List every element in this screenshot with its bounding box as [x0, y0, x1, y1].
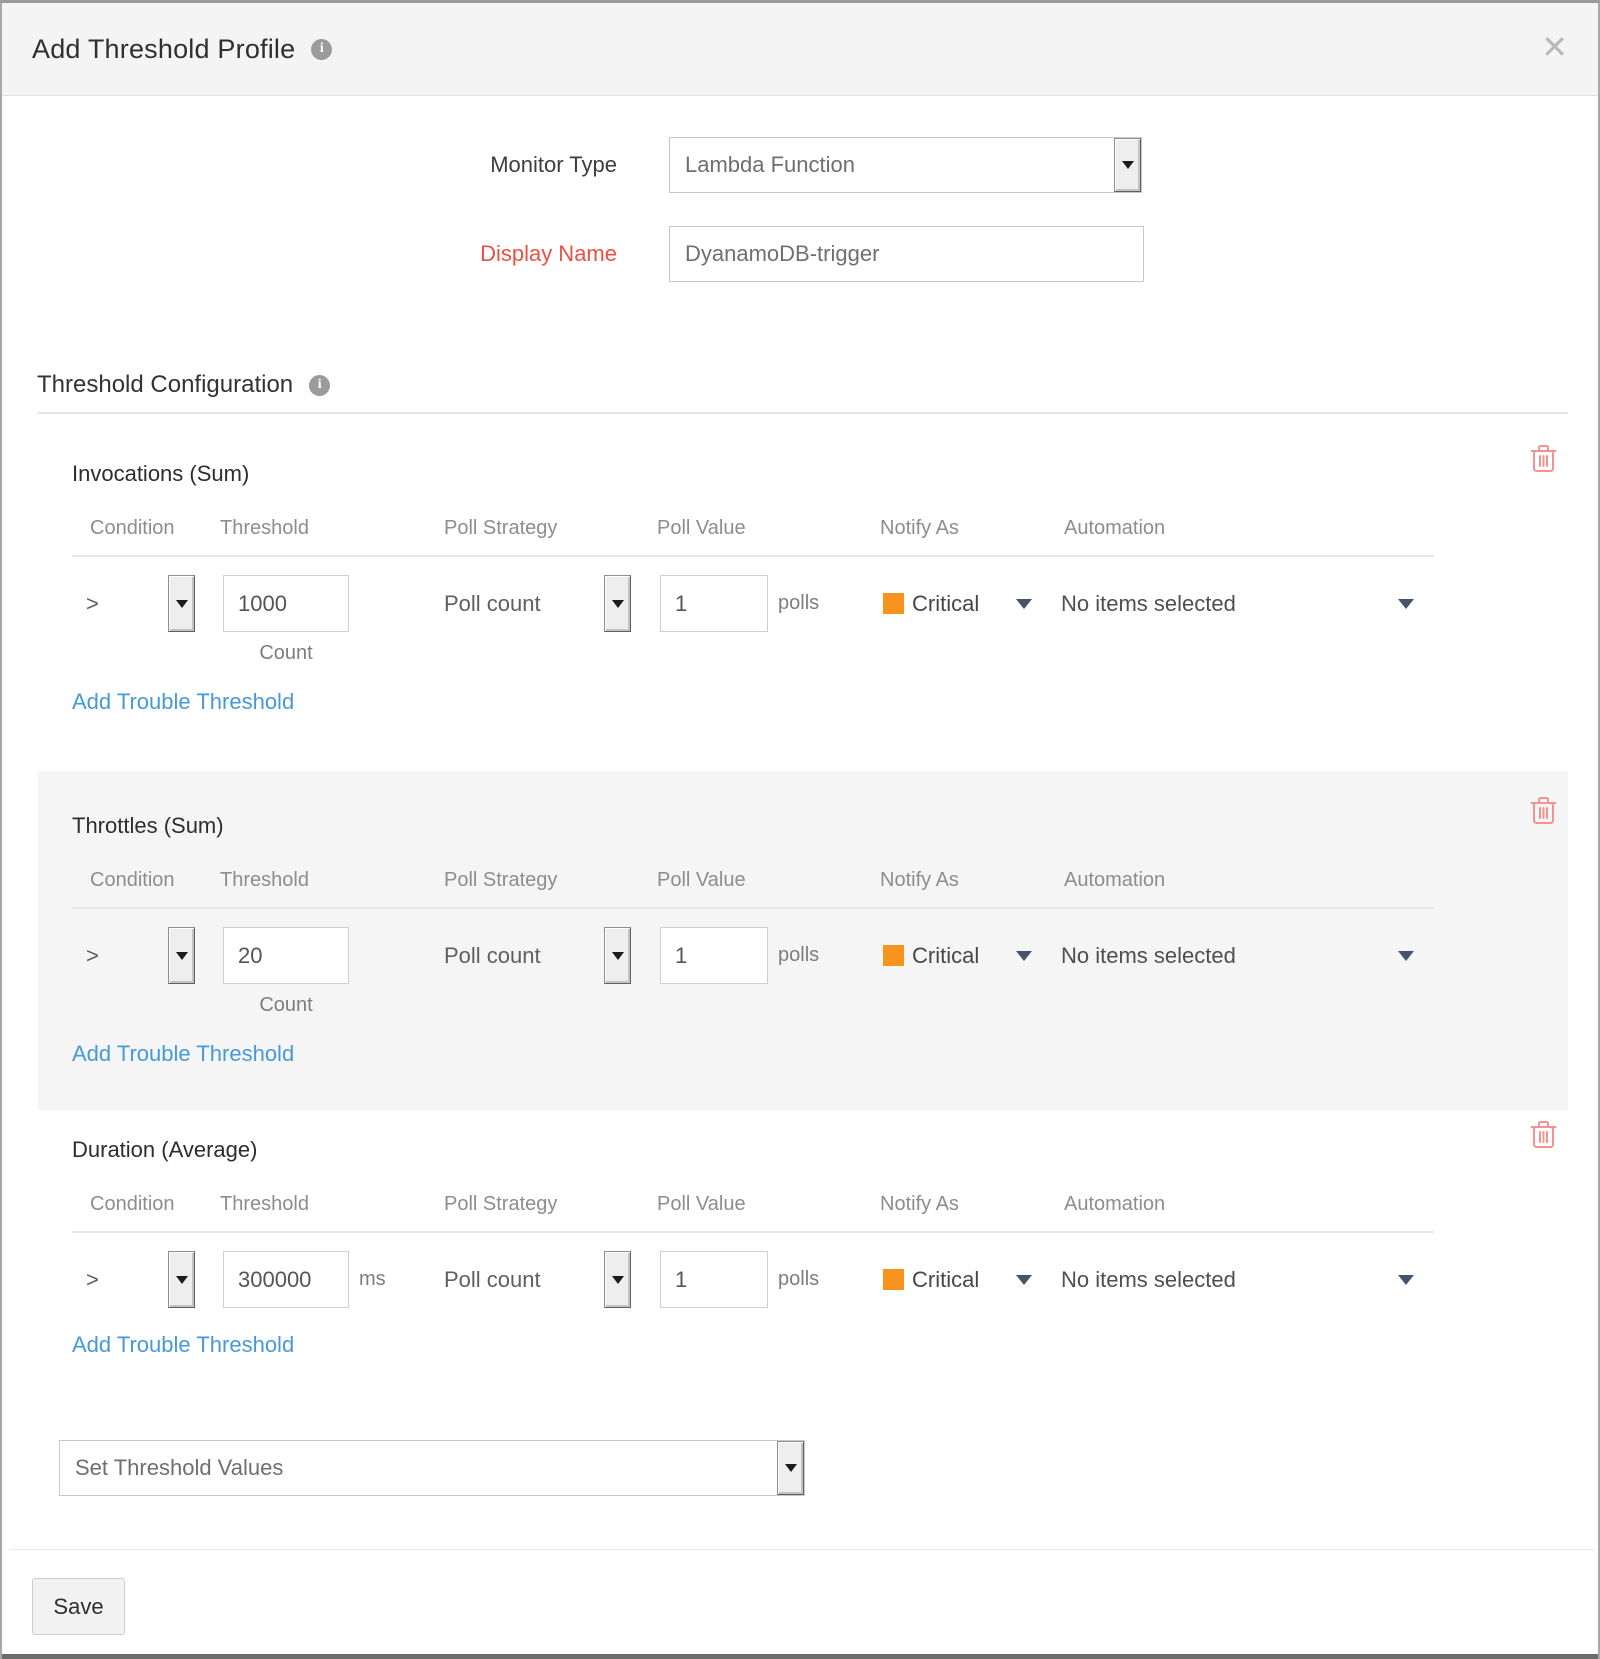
divider [37, 412, 1568, 414]
poll-strategy-value: Poll count [444, 1251, 541, 1308]
threshold-row: > ms Poll count polls Critical No items … [72, 1251, 1434, 1308]
column-header-poll-value: Poll Value [657, 869, 746, 892]
column-header-notify-as: Notify As [880, 1193, 959, 1216]
chevron-down-icon[interactable] [1016, 599, 1032, 609]
column-header-condition: Condition [90, 517, 175, 540]
set-threshold-values-value: Set Threshold Values [60, 1455, 777, 1481]
add-threshold-profile-dialog: Add Threshold Profile i ✕ Monitor Type L… [0, 0, 1600, 1659]
divider [72, 907, 1434, 909]
column-header-poll-value: Poll Value [657, 1193, 746, 1216]
column-header-row: Condition Threshold Poll Strategy Poll V… [72, 1193, 1434, 1219]
condition-value: > [86, 1251, 99, 1308]
column-header-automation: Automation [1064, 1193, 1165, 1216]
threshold-unit-label: Count [223, 994, 349, 1017]
notify-as-value: Critical [912, 575, 979, 632]
monitor-type-select[interactable]: Lambda Function [669, 137, 1142, 193]
window-bottom-edge [2, 1654, 1598, 1659]
display-name-input[interactable]: DyanamoDB-trigger [669, 226, 1144, 282]
column-header-condition: Condition [90, 1193, 175, 1216]
threshold-input[interactable] [223, 927, 349, 984]
column-header-automation: Automation [1064, 517, 1165, 540]
footer-divider [10, 1549, 1594, 1550]
column-header-automation: Automation [1064, 869, 1165, 892]
poll-strategy-select[interactable] [604, 575, 631, 632]
threshold-input[interactable] [223, 575, 349, 632]
critical-color-swatch [883, 945, 904, 966]
automation-value[interactable]: No items selected [1061, 575, 1236, 632]
column-header-poll-strategy: Poll Strategy [444, 517, 557, 540]
delete-metric-icon[interactable] [1530, 443, 1557, 474]
condition-select[interactable] [168, 927, 195, 984]
monitor-type-label: Monitor Type [37, 152, 617, 178]
column-header-threshold: Threshold [220, 869, 309, 892]
info-icon[interactable]: i [311, 39, 332, 60]
metric-name: Duration (Average) [72, 1137, 1434, 1163]
metric-name: Invocations (Sum) [72, 461, 1434, 487]
add-trouble-threshold-link[interactable]: Add Trouble Threshold [72, 1041, 294, 1067]
column-header-poll-strategy: Poll Strategy [444, 1193, 557, 1216]
add-trouble-threshold-link[interactable]: Add Trouble Threshold [72, 689, 294, 715]
chevron-down-icon[interactable] [1398, 1275, 1414, 1285]
poll-unit-label: polls [778, 575, 819, 632]
divider [72, 555, 1434, 557]
critical-color-swatch [883, 593, 904, 614]
poll-strategy-value: Poll count [444, 575, 541, 632]
metric-panel: Throttles (Sum) Condition Threshold Poll… [38, 771, 1568, 1110]
chevron-down-icon[interactable] [1016, 951, 1032, 961]
condition-value: > [86, 927, 99, 984]
threshold-unit-inline: ms [359, 1251, 386, 1308]
add-trouble-threshold-link[interactable]: Add Trouble Threshold [72, 1332, 294, 1358]
chevron-down-icon[interactable] [1016, 1275, 1032, 1285]
column-header-row: Condition Threshold Poll Strategy Poll V… [72, 517, 1434, 543]
delete-metric-icon[interactable] [1530, 1119, 1557, 1150]
chevron-down-icon[interactable] [777, 1441, 804, 1495]
threshold-row: > Poll count polls Critical No items sel… [72, 575, 1434, 632]
automation-value[interactable]: No items selected [1061, 927, 1236, 984]
monitor-type-value: Lambda Function [670, 152, 1114, 178]
chevron-down-icon[interactable] [1114, 138, 1141, 192]
poll-strategy-select[interactable] [604, 927, 631, 984]
condition-value: > [86, 575, 99, 632]
condition-select[interactable] [168, 1251, 195, 1308]
column-header-threshold: Threshold [220, 517, 309, 540]
divider [72, 1231, 1434, 1233]
dialog-header: Add Threshold Profile i ✕ [2, 3, 1598, 96]
threshold-configuration-title: Threshold Configuration [37, 371, 293, 399]
notify-as-value: Critical [912, 1251, 979, 1308]
dialog-title: Add Threshold Profile [32, 34, 295, 65]
threshold-unit-label: Count [223, 642, 349, 665]
threshold-configuration-header: Threshold Configuration i [37, 371, 330, 399]
threshold-row: > Poll count polls Critical No items sel… [72, 927, 1434, 984]
column-header-poll-value: Poll Value [657, 517, 746, 540]
info-icon[interactable]: i [309, 375, 330, 396]
metric-name: Throttles (Sum) [72, 813, 1434, 839]
column-header-poll-strategy: Poll Strategy [444, 869, 557, 892]
close-icon[interactable]: ✕ [1541, 31, 1568, 63]
threshold-input[interactable] [223, 1251, 349, 1308]
display-name-value: DyanamoDB-trigger [670, 241, 1143, 267]
poll-value-input[interactable] [660, 1251, 768, 1308]
poll-value-input[interactable] [660, 575, 768, 632]
save-button[interactable]: Save [32, 1578, 125, 1635]
condition-select[interactable] [168, 575, 195, 632]
set-threshold-values-select[interactable]: Set Threshold Values [59, 1440, 805, 1496]
column-header-threshold: Threshold [220, 1193, 309, 1216]
poll-unit-label: polls [778, 1251, 819, 1308]
poll-unit-label: polls [778, 927, 819, 984]
delete-metric-icon[interactable] [1530, 795, 1557, 826]
chevron-down-icon[interactable] [1398, 599, 1414, 609]
notify-as-value: Critical [912, 927, 979, 984]
column-header-notify-as: Notify As [880, 517, 959, 540]
column-header-condition: Condition [90, 869, 175, 892]
display-name-label: Display Name [37, 241, 617, 267]
automation-value[interactable]: No items selected [1061, 1251, 1236, 1308]
column-header-row: Condition Threshold Poll Strategy Poll V… [72, 869, 1434, 895]
poll-strategy-value: Poll count [444, 927, 541, 984]
column-header-notify-as: Notify As [880, 869, 959, 892]
poll-strategy-select[interactable] [604, 1251, 631, 1308]
poll-value-input[interactable] [660, 927, 768, 984]
chevron-down-icon[interactable] [1398, 951, 1414, 961]
critical-color-swatch [883, 1269, 904, 1290]
